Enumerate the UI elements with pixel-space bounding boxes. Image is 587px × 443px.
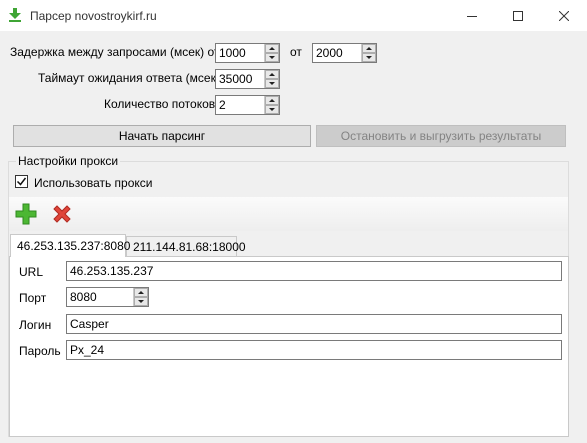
use-proxy-label[interactable]: Использовать прокси [34,176,153,190]
threads-stepper[interactable]: 2 [215,95,280,115]
threads-label: Количество потоков [104,97,216,111]
login-field[interactable]: Casper [66,314,562,334]
proxy-group-title: Настройки прокси [16,154,121,168]
maximize-icon [513,10,523,21]
login-label: Логин [19,318,52,332]
spin-down-button[interactable] [265,79,279,88]
spin-up-button[interactable] [134,288,148,297]
delay-label: Задержка между запросами (мсек) от [10,45,220,59]
spin-buttons[interactable] [264,70,279,88]
cross-icon[interactable] [50,202,74,226]
port-stepper[interactable]: 8080 [66,287,149,307]
url-label: URL [19,265,44,279]
spin-down-button[interactable] [265,53,279,62]
maximize-button[interactable] [495,0,541,31]
url-value: 46.253.135.237 [70,264,154,278]
stop-and-export-button[interactable]: Остановить и выгрузить результаты [316,125,566,147]
spin-down-button[interactable] [134,297,148,306]
port-value: 8080 [70,290,97,304]
spin-down-button[interactable] [265,105,279,114]
window-title: Парсер novostroykirf.ru [30,9,157,23]
password-value: Px_24 [70,343,105,357]
password-label: Пароль [19,344,61,358]
proxy-toolbar [9,197,568,231]
close-icon [559,10,569,21]
delay-from-stepper[interactable]: 1000 [215,43,280,63]
delay-to-stepper[interactable]: 2000 [312,43,377,63]
tab-proxy-1[interactable]: 46.253.135.237:8080 [10,234,130,257]
spin-buttons[interactable] [133,288,148,306]
plus-icon[interactable] [14,202,38,226]
spin-buttons[interactable] [264,96,279,114]
minimize-icon [467,15,477,17]
title-bar[interactable]: Парсер novostroykirf.ru [0,0,587,31]
delay-to-value: 2000 [316,46,343,60]
delay-from-value: 1000 [219,46,246,60]
delay-to-label: от [290,45,302,59]
spin-down-button[interactable] [362,53,376,62]
parser-window: Парсер novostroykirf.ru Задержка между з… [0,0,587,443]
spin-up-button[interactable] [265,44,279,53]
minimize-button[interactable] [449,0,495,31]
spin-buttons[interactable] [264,44,279,62]
spin-up-button[interactable] [362,44,376,53]
download-icon [9,8,21,22]
tab-proxy-2[interactable]: 211.144.81.68:18000 [126,236,246,257]
password-field[interactable]: Px_24 [66,340,562,360]
start-parsing-button[interactable]: Начать парсинг [13,125,311,147]
timeout-stepper[interactable]: 35000 [215,69,280,89]
timeout-value: 35000 [219,72,253,86]
login-value: Casper [70,317,109,331]
spin-buttons[interactable] [361,44,376,62]
checkmark-icon [16,177,27,186]
use-proxy-checkbox[interactable] [15,175,28,188]
url-field[interactable]: 46.253.135.237 [66,261,562,281]
spin-up-button[interactable] [265,96,279,105]
close-button[interactable] [541,0,587,31]
threads-value: 2 [219,98,226,112]
spin-up-button[interactable] [265,70,279,79]
port-label: Порт [19,291,47,305]
timeout-label: Таймаут ожидания ответа (мсек) [38,71,220,85]
